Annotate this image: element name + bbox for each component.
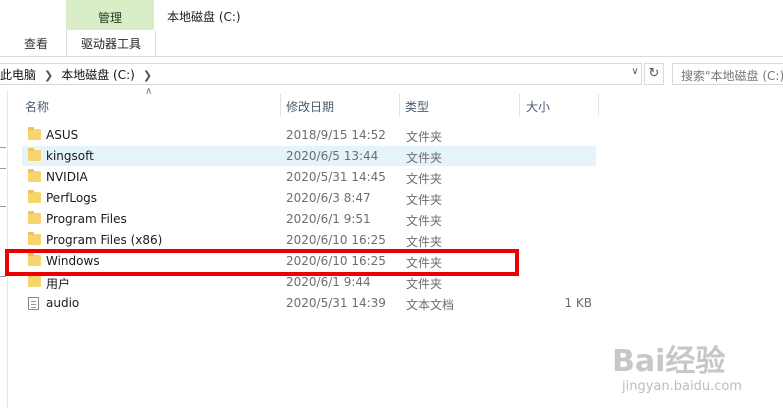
refresh-icon[interactable]: ↻ (644, 63, 664, 85)
search-input[interactable]: 搜索"本地磁盘 (C:)" (672, 63, 783, 85)
column-divider[interactable] (598, 94, 599, 116)
breadcrumb: 此电脑 ❯ 本地磁盘 (C:) ❯ (0, 66, 160, 83)
folder-icon (28, 169, 41, 182)
file-name: ASUS (46, 128, 79, 142)
file-type: 文本文档 (406, 298, 455, 312)
file-row[interactable]: PerfLogs 2020/6/3 8:47 文件夹 (22, 188, 596, 208)
folder-icon (28, 148, 41, 161)
file-row[interactable]: audio 2020/5/31 14:39 文本文档 1 KB (22, 293, 596, 313)
file-name: audio (46, 296, 80, 310)
column-divider[interactable] (519, 94, 520, 116)
chevron-right-icon[interactable]: ❯ (44, 69, 53, 82)
column-divider[interactable] (399, 94, 400, 116)
file-name: Program Files (x86) (46, 233, 163, 247)
nav-expander-icon[interactable] (0, 206, 6, 207)
nav-expander-icon[interactable] (0, 276, 6, 277)
breadcrumb-this-pc[interactable]: 此电脑 (0, 68, 36, 82)
file-date: 2020/6/3 8:47 (286, 191, 371, 205)
folder-icon (28, 211, 41, 224)
nav-expander-icon[interactable] (0, 168, 6, 169)
search-placeholder: 搜索"本地磁盘 (C:)" (681, 69, 783, 83)
chevron-right-icon[interactable]: ❯ (143, 69, 152, 82)
file-type: 文件夹 (406, 214, 443, 228)
file-date: 2020/5/31 14:45 (286, 170, 386, 184)
file-name: NVIDIA (46, 170, 88, 184)
file-name: 用户 (46, 277, 71, 291)
watermark-url: jingyan.baidu.com (622, 379, 742, 394)
file-date: 2020/6/5 13:44 (286, 149, 379, 163)
file-row[interactable]: Program Files 2020/6/1 9:51 文件夹 (22, 209, 596, 229)
file-type: 文件夹 (406, 151, 443, 165)
file-size: 1 KB (564, 296, 592, 310)
file-date: 2020/6/1 9:51 (286, 212, 371, 226)
file-row-selected[interactable]: kingsoft 2020/6/5 13:44 文件夹 (22, 146, 596, 166)
tab-drive-tools[interactable]: 驱动器工具 (66, 30, 156, 56)
file-name: PerfLogs (46, 191, 98, 205)
address-dropdown-icon[interactable]: ∨ (628, 66, 642, 80)
file-date: 2020/6/10 16:25 (286, 233, 386, 247)
breadcrumb-local-disk[interactable]: 本地磁盘 (C:) (61, 68, 135, 82)
folder-icon (28, 190, 41, 203)
tab-drive-tools-label: 驱动器工具 (80, 37, 141, 51)
column-header-date[interactable]: 修改日期 (286, 98, 334, 115)
column-header-name[interactable]: 名称 (25, 98, 49, 115)
file-row[interactable]: ASUS 2018/9/15 14:52 文件夹 (22, 125, 596, 145)
highlight-annotation (5, 249, 519, 276)
file-name: kingsoft (46, 149, 94, 163)
file-row[interactable]: NVIDIA 2020/5/31 14:45 文件夹 (22, 167, 596, 187)
folder-icon (28, 127, 41, 140)
file-type: 文件夹 (406, 193, 443, 207)
tab-manage[interactable]: 管理 (66, 9, 154, 26)
file-date: 2020/6/1 9:44 (286, 275, 371, 289)
folder-icon (28, 232, 41, 245)
sort-ascending-icon: ∧ (145, 86, 153, 97)
ribbon-divider (0, 56, 783, 57)
file-type: 文件夹 (406, 172, 443, 186)
folder-icon (28, 274, 41, 287)
file-date: 2018/9/15 14:52 (286, 128, 386, 142)
file-row[interactable]: Program Files (x86) 2020/6/10 16:25 文件夹 (22, 230, 596, 250)
column-divider[interactable] (280, 94, 281, 116)
text-file-icon (28, 297, 39, 310)
tab-view[interactable]: 查看 (24, 35, 48, 52)
window-title: 本地磁盘 (C:) (167, 10, 241, 24)
file-date: 2020/5/31 14:39 (286, 296, 386, 310)
watermark-brand: Bai经验 (612, 344, 726, 379)
file-name: Program Files (46, 212, 127, 226)
column-header-size[interactable]: 大小 (526, 98, 550, 115)
column-header-type[interactable]: 类型 (405, 98, 429, 115)
file-type: 文件夹 (406, 235, 443, 249)
file-type: 文件夹 (406, 277, 443, 291)
nav-expander-icon[interactable] (0, 147, 6, 148)
file-type: 文件夹 (406, 130, 443, 144)
